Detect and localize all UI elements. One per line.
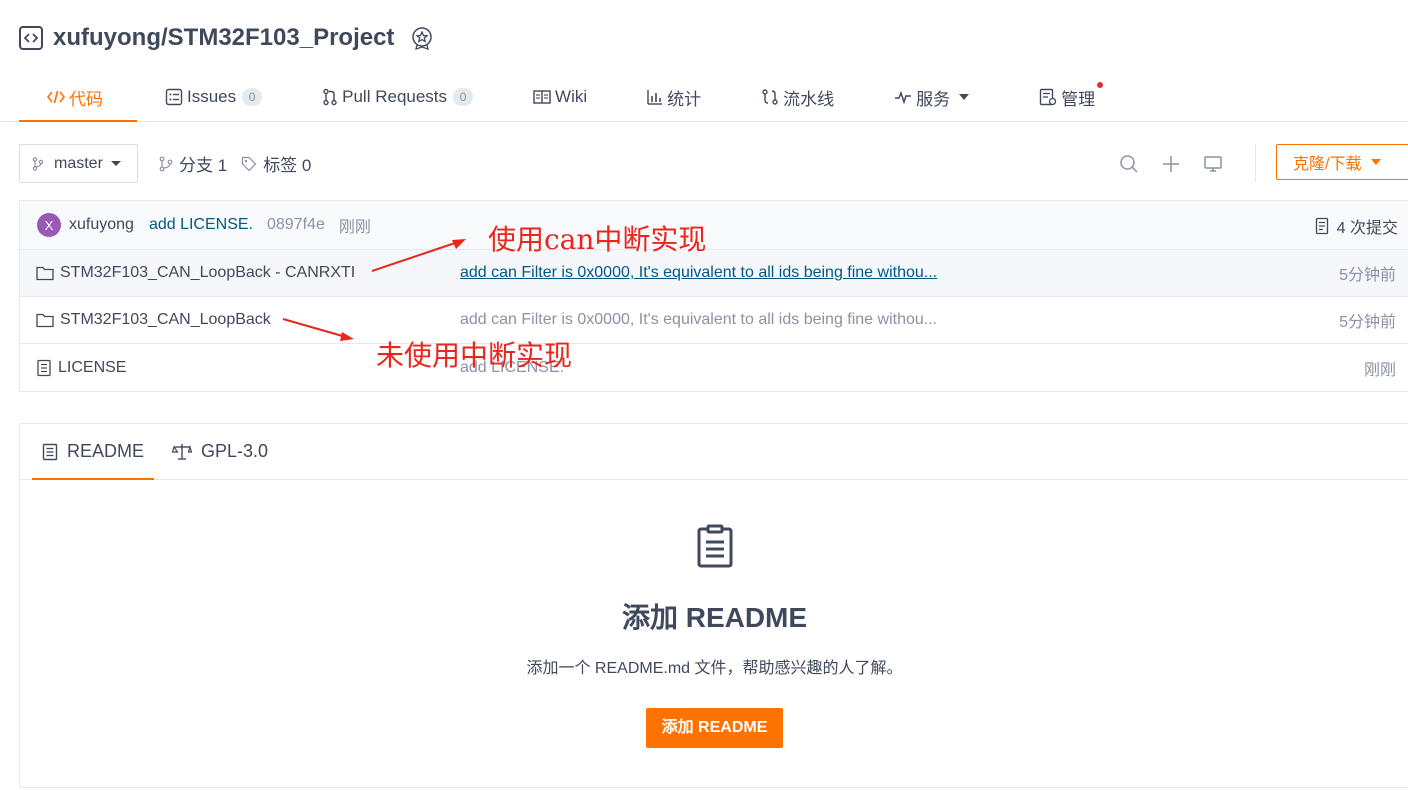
search-icon[interactable] (1119, 154, 1139, 174)
document-icon (42, 443, 58, 461)
readme-tabs: README GPL-3.0 (20, 424, 1408, 480)
branch-icon (159, 156, 173, 172)
scale-icon (172, 443, 193, 461)
repo-toolbar: master 分支 1 标签 0 克隆/下载 (19, 144, 1408, 184)
file-time: 5分钟前 (1339, 314, 1396, 331)
tab-pipeline[interactable]: 流水线 (761, 72, 834, 122)
chevron-down-icon (110, 161, 121, 166)
add-readme-button[interactable]: 添加 README (645, 708, 784, 748)
table-row[interactable]: LICENSE add LICENSE. 刚刚 (20, 344, 1408, 391)
file-name: STM32F103_CAN_LoopBack - CANRXTI (60, 264, 356, 281)
commit-time: 刚刚 (338, 219, 371, 236)
tab-label: 代码 (69, 89, 103, 109)
folder-icon (36, 265, 54, 281)
tags-link[interactable]: 标签 0 (241, 151, 311, 176)
tab-pull-requests[interactable]: Pull Requests 0 (322, 72, 474, 122)
branch-icon (32, 156, 44, 171)
file-icon (36, 359, 52, 377)
avatar[interactable]: X (37, 213, 61, 237)
branch-meta: 分支 1 标签 0 (159, 144, 325, 183)
pipeline-icon (761, 88, 779, 106)
branches-link[interactable]: 分支 1 (159, 151, 227, 176)
clone-download-button[interactable]: 克隆/下载 (1276, 144, 1408, 180)
tab-label: 服务 (916, 89, 951, 109)
readme-empty-state: 添加 README 添加一个 README.md 文件，帮助感兴趣的人了解。 添… (20, 524, 1408, 748)
toolbar-divider (1255, 144, 1256, 182)
table-row[interactable]: STM32F103_CAN_LoopBack add can Filter is… (20, 297, 1408, 344)
issues-icon (165, 88, 183, 106)
notification-dot (1097, 82, 1104, 88)
latest-commit-row: X xufuyong add LICENSE. 0897f4e 刚刚 4 次提交 (20, 201, 1408, 250)
table-row[interactable]: STM32F103_CAN_LoopBack - CANRXTI add can… (20, 250, 1408, 297)
file-time: 5分钟前 (1339, 267, 1396, 284)
readme-panel: README GPL-3.0 添加 README 添加一个 README.md … (19, 423, 1408, 788)
file-name: STM32F103_CAN_LoopBack (60, 311, 271, 328)
tab-label: 统计 (667, 89, 702, 109)
tab-services[interactable]: 服务 (894, 72, 970, 122)
tab-issues[interactable]: Issues 0 (165, 72, 263, 122)
commit-count-link[interactable]: 4 次提交 (1315, 201, 1398, 250)
annotation-label-top: 使用can中断实现 (488, 223, 707, 256)
file-commit-message[interactable]: add can Filter is 0x0000, It's equivalen… (460, 264, 937, 282)
tab-stats[interactable]: 统计 (647, 72, 701, 122)
tab-label: Issues (187, 87, 237, 106)
tab-label: 管理 (1061, 89, 1096, 109)
repo-title[interactable]: xufuyong/STM32F103_Project (53, 24, 394, 52)
tab-manage[interactable]: 管理 (1039, 72, 1104, 122)
tags-label: 标签 0 (263, 156, 312, 175)
file-name-link[interactable]: LICENSE (36, 359, 126, 377)
tab-label: Wiki (555, 87, 588, 106)
tab-label: Pull Requests (342, 87, 448, 106)
file-commit-message[interactable]: add can Filter is 0x0000, It's equivalen… (460, 311, 937, 329)
branches-label: 分支 1 (179, 156, 228, 175)
toolbar-icons (1119, 144, 1223, 183)
file-name-link[interactable]: STM32F103_CAN_LoopBack (36, 311, 271, 329)
tab-label: GPL-3.0 (201, 441, 269, 461)
tab-license[interactable]: GPL-3.0 (162, 424, 278, 479)
bar-chart-icon (647, 89, 663, 105)
commit-sha[interactable]: 0897f4e (267, 216, 325, 234)
tab-code[interactable]: 代码 (19, 72, 137, 122)
annotation-label-bottom: 未使用中断实现 (376, 339, 573, 372)
file-name: LICENSE (58, 358, 127, 376)
issues-count-badge: 0 (242, 88, 263, 106)
commit-history-icon (1315, 217, 1331, 235)
commit-count-label: 4 次提交 (1336, 219, 1398, 237)
code-brackets-icon (19, 26, 43, 50)
tag-icon (241, 156, 257, 172)
chevron-down-icon (959, 94, 970, 100)
code-icon (47, 89, 65, 105)
folder-icon (36, 312, 54, 328)
commit-author[interactable]: xufuyong (69, 216, 134, 234)
book-icon (533, 89, 551, 105)
empty-state-title: 添加 README (621, 602, 808, 633)
pull-request-icon (322, 88, 338, 106)
tab-readme[interactable]: README (32, 424, 155, 480)
file-time: 刚刚 (1363, 361, 1396, 379)
repo-title-row: xufuyong/STM32F103_Project (19, 22, 434, 54)
award-badge-icon[interactable] (410, 26, 434, 50)
plus-icon[interactable] (1161, 154, 1181, 174)
pull-requests-count-badge: 0 (453, 88, 474, 106)
file-table: X xufuyong add LICENSE. 0897f4e 刚刚 4 次提交… (19, 200, 1408, 392)
monitor-icon[interactable] (1203, 154, 1223, 174)
tab-label: README (67, 441, 145, 461)
empty-state-description: 添加一个 README.md 文件，帮助感兴趣的人了解。 (526, 660, 903, 677)
tab-label: 流水线 (783, 89, 835, 109)
commit-message[interactable]: add LICENSE. (149, 216, 253, 234)
repo-header: xufuyong/STM32F103_Project 代码 Issues 0 P… (0, 0, 1408, 122)
chevron-down-icon (1371, 159, 1382, 165)
clone-label: 克隆/下载 (1293, 156, 1362, 173)
tab-wiki[interactable]: Wiki (533, 72, 587, 122)
pulse-icon (894, 90, 912, 104)
branch-select[interactable]: master (19, 144, 138, 183)
document-icon (696, 524, 734, 568)
repo-tabs: 代码 Issues 0 Pull Requests 0 Wiki 统计 流水线 … (19, 72, 1104, 122)
manage-icon (1039, 88, 1057, 106)
branch-name: master (54, 154, 103, 172)
file-name-link[interactable]: STM32F103_CAN_LoopBack - CANRXTI (36, 264, 355, 282)
